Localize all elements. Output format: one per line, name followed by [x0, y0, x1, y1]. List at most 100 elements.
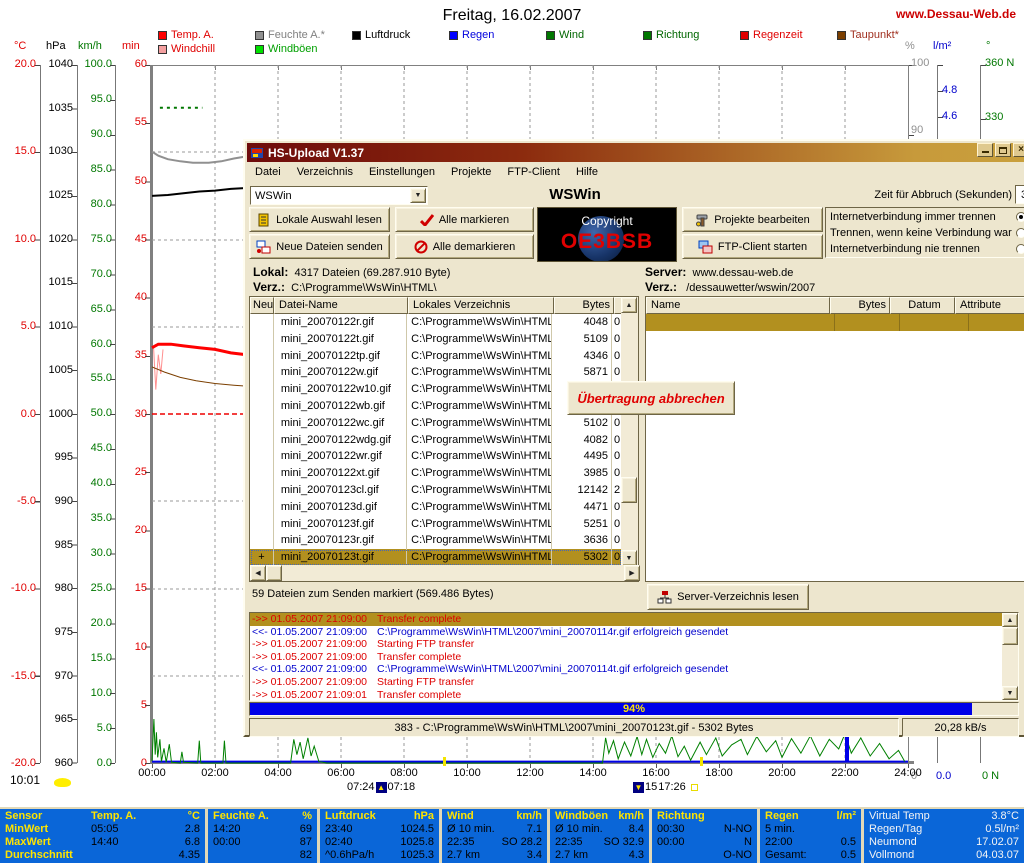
min-time: Ø 10 min.	[447, 823, 495, 835]
vertical-scrollbar[interactable]: ▲ ▼	[621, 297, 638, 566]
legend-swatch	[158, 30, 167, 40]
log-line[interactable]: ->> 01.05.2007 21:09:01 Transfer complete	[250, 689, 1018, 700]
maximize-button[interactable]	[995, 143, 1011, 157]
table-row[interactable]: mini_20070122w.gif C:\Programme\WsWin\HT…	[250, 364, 622, 382]
radio-button-selected[interactable]	[1016, 212, 1024, 222]
close-button[interactable]: ×	[1013, 143, 1024, 157]
log-line[interactable]: <<- 01.05.2007 21:09:00 C:\Programme\WsWi…	[250, 663, 1018, 676]
log-line[interactable]: <<- 01.05.2007 21:09:00 C:\Programme\WsWi…	[250, 626, 1018, 639]
max-time: 22:00	[765, 836, 793, 848]
scroll-down-icon[interactable]: ▼	[1002, 686, 1018, 700]
cancel-transfer-button[interactable]: Übertragung abbrechen	[567, 381, 735, 415]
scrollbar-thumb[interactable]	[1002, 627, 1018, 645]
table-row[interactable]: mini_20070122t.gif C:\Programme\WsWin\HT…	[250, 330, 622, 348]
tick-label: 1020	[48, 232, 73, 245]
table-row[interactable]: mini_20070123d.gif C:\Programme\WsWin\HT…	[250, 498, 622, 516]
file-new-flag	[250, 481, 274, 499]
ticks-temp	[35, 65, 40, 764]
avg-label: 2.7 km	[555, 849, 589, 861]
menu-item[interactable]: FTP-Client	[499, 164, 568, 180]
legend-row-2: Windchill Windböen	[158, 43, 352, 55]
abort-timeout-input[interactable]: 3	[1015, 185, 1024, 204]
minimize-button[interactable]	[977, 143, 993, 157]
dialog-titlebar[interactable]: HS-Upload V1.37	[247, 143, 1024, 162]
send-new-button[interactable]: Neue Dateien senden	[249, 234, 390, 259]
server-tree-icon	[657, 591, 672, 604]
read-local-button[interactable]: Lokale Auswahl lesen	[249, 207, 390, 232]
file-dir: C:\Programme\WsWin\HTML	[407, 465, 553, 482]
website-link[interactable]: www.Dessau-Web.de	[896, 7, 1016, 21]
radio-row[interactable]: Internetverbindung nie trennen	[830, 241, 1024, 257]
table-row[interactable]: mini_20070123f.gif C:\Programme\WsWin\HT…	[250, 515, 622, 533]
tick-label: 970	[54, 669, 73, 682]
log-line[interactable]: ->> 01.05.2007 21:09:00 Transfer complete	[250, 613, 1018, 626]
tick-label: 60.0	[90, 337, 112, 350]
edit-projects-button[interactable]: Projekte bearbeiten	[682, 207, 823, 232]
scroll-up-icon[interactable]: ▲	[621, 297, 637, 313]
server-path: Verz.: /dessauwetter/wswin/2007	[645, 280, 815, 294]
read-server-button[interactable]: Server-Verzeichnis lesen	[647, 584, 809, 610]
col-header-name[interactable]: Name	[646, 297, 830, 314]
log-line[interactable]: ->> 01.05.2007 21:09:00 Starting FTP tran…	[250, 638, 1018, 651]
col-header-date[interactable]: Datum	[890, 297, 955, 314]
max-time: 14:40	[91, 836, 119, 848]
mark-all-button[interactable]: Alle markieren	[395, 207, 534, 232]
radio-row[interactable]: Internetverbindung immer trennen	[830, 209, 1024, 225]
server-selected-row[interactable]	[646, 314, 1024, 331]
radio-button[interactable]	[1016, 228, 1024, 238]
col-header-dir[interactable]: Lokales Verzeichnis	[408, 297, 554, 314]
start-ftp-button[interactable]: FTP-Client starten	[682, 234, 823, 259]
radio-row[interactable]: Trennen, wenn keine Verbindung war	[830, 225, 1024, 241]
col-header-name[interactable]: Datei-Name	[274, 297, 408, 314]
tick-label: 40.0	[90, 477, 112, 490]
scroll-right-icon[interactable]: ▶	[624, 565, 640, 581]
table-row[interactable]: mini_20070122wc.gif C:\Programme\WsWin\H…	[250, 414, 622, 432]
log-timestamp: <<- 01.05.2007 21:09:00	[252, 625, 368, 638]
scroll-up-icon[interactable]: ▲	[1002, 613, 1018, 627]
table-row[interactable]: mini_20070122r.gif C:\Programme\WsWin\HT…	[250, 314, 622, 331]
col-header-neu[interactable]: Neu	[250, 297, 274, 314]
menu-item[interactable]: Projekte	[443, 164, 499, 180]
table-row[interactable]: mini_20070122tp.gif C:\Programme\WsWin\H…	[250, 347, 622, 365]
project-select[interactable]: WSWin ▼	[250, 186, 428, 205]
sunset-tick	[700, 757, 703, 766]
menu-item[interactable]: Datei	[247, 164, 289, 180]
legend-swatch	[740, 30, 749, 40]
scrollbar-thumb[interactable]	[266, 565, 282, 581]
menu-item[interactable]: Verzeichnis	[289, 164, 361, 180]
table-row[interactable]: + mini_20070123t.gif C:\Programme\WsWin\…	[250, 549, 622, 566]
astro-info-column: Virtual Temp 3.8°C Regen/Tag 0.5l/m² Neumo…	[861, 809, 1024, 863]
radio-label: Internetverbindung nie trennen	[830, 243, 980, 255]
table-row[interactable]: mini_20070122xt.gif C:\Programme\WsWin\H…	[250, 465, 622, 482]
check-icon	[419, 213, 434, 226]
log-line[interactable]: ->> 01.05.2007 21:09:00 Transfer complete	[250, 651, 1018, 664]
min-value: 8.4	[628, 823, 644, 835]
chevron-down-icon[interactable]: ▼	[410, 188, 426, 203]
table-row[interactable]: mini_20070123r.gif C:\Programme\WsWin\HT…	[250, 532, 622, 550]
local-info: Lokal: 4317 Dateien (69.287.910 Byte)	[253, 265, 450, 279]
scroll-down-icon[interactable]: ▼	[621, 550, 637, 566]
table-row[interactable]: mini_20070122wr.gif C:\Programme\WsWin\H…	[250, 448, 622, 466]
sensor-unit: hPa	[413, 810, 434, 822]
table-row[interactable]: mini_20070123cl.gif C:\Programme\WsWin\H…	[250, 481, 622, 499]
tick-label: 975	[54, 625, 73, 638]
log-scrollbar[interactable]: ▲ ▼	[1002, 613, 1018, 700]
x-tick-label: 14:00	[579, 767, 607, 779]
info-value: 04.03.07	[976, 849, 1019, 861]
scroll-left-icon[interactable]: ◀	[250, 565, 266, 581]
table-row[interactable]: mini_20070122wdg.gif C:\Programme\WsWin\…	[250, 431, 622, 449]
radio-button[interactable]	[1016, 244, 1024, 254]
log-line[interactable]: ->> 01.05.2007 21:09:00 Starting FTP tran…	[250, 676, 1018, 689]
col-header-bytes[interactable]: Bytes	[830, 297, 890, 314]
horizontal-scrollbar[interactable]: ◀ ▶	[250, 565, 640, 581]
unmark-all-button[interactable]: Alle demarkieren	[395, 234, 534, 259]
menu-item[interactable]: Hilfe	[568, 164, 606, 180]
menu-item[interactable]: Einstellungen	[361, 164, 443, 180]
series-temp	[151, 342, 247, 357]
col-header-attr[interactable]: Attribute	[955, 297, 1024, 314]
scrollbar-thumb[interactable]	[621, 477, 637, 503]
tick-label: 1015	[48, 276, 73, 289]
legend-label: Richtung	[656, 29, 700, 41]
file-bytes: 4082	[552, 431, 613, 449]
col-header-bytes[interactable]: Bytes	[554, 297, 614, 314]
